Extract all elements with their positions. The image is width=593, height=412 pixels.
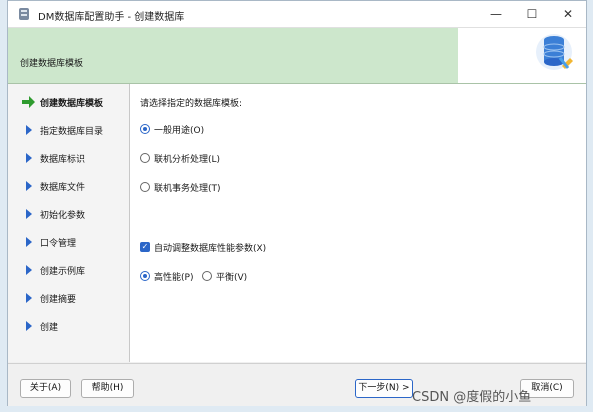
maximize-button[interactable]: ☐ <box>514 1 550 27</box>
radio-indicator[interactable] <box>140 124 150 134</box>
header-logo-area <box>458 28 586 83</box>
step-arrow-icon <box>26 293 32 303</box>
sidebar-item-label: 创建 <box>40 323 59 333</box>
sidebar-item-label: 创建摘要 <box>40 295 77 305</box>
sidebar-item-sample-db[interactable]: 创建示例库 <box>8 260 129 280</box>
sidebar-item-label: 数据库标识 <box>40 155 86 165</box>
radio-indicator[interactable] <box>140 271 150 281</box>
sidebar-item-init-params[interactable]: 初始化参数 <box>8 204 129 224</box>
dm-config-window: DM数据库配置助手 - 创建数据库 — ☐ ✕ 创建数据库模板 创建数据库模板 <box>7 0 587 406</box>
window-title: DM数据库配置助手 - 创建数据库 <box>38 12 185 23</box>
sidebar-item-label: 口令管理 <box>40 239 77 249</box>
sidebar-item-label: 创建数据库模板 <box>40 99 104 109</box>
database-app-icon <box>19 8 29 20</box>
step-sidebar: 创建数据库模板 指定数据库目录 数据库标识 数据库文件 初始化参数 口令管理 创… <box>8 84 130 362</box>
radio-indicator[interactable] <box>202 271 212 281</box>
page-title: 创建数据库模板 <box>20 59 84 69</box>
step-arrow-icon <box>26 181 32 191</box>
sidebar-item-label: 创建示例库 <box>40 267 86 277</box>
sidebar-item-label: 数据库文件 <box>40 183 86 193</box>
step-arrow-icon <box>26 321 32 331</box>
step-arrow-icon <box>26 125 32 135</box>
radio-indicator[interactable] <box>140 182 150 192</box>
radio-label: 联机分析处理(L) <box>154 155 221 165</box>
sidebar-item-db-directory[interactable]: 指定数据库目录 <box>8 120 129 140</box>
checkbox-label: 自动调整数据库性能参数(X) <box>154 244 267 254</box>
template-prompt: 请选择指定的数据库模板: <box>140 99 243 109</box>
sidebar-item-label: 指定数据库目录 <box>40 127 104 137</box>
radio-label: 高性能(P) <box>154 273 194 283</box>
sidebar-item-label: 初始化参数 <box>40 211 86 221</box>
current-step-arrow-icon <box>22 96 35 108</box>
checkbox-check-icon[interactable]: ✓ <box>140 242 150 252</box>
step-arrow-icon <box>26 237 32 247</box>
close-button[interactable]: ✕ <box>550 1 586 27</box>
help-button[interactable]: 帮助(H) <box>81 379 134 398</box>
sidebar-item-create[interactable]: 创建 <box>8 316 129 336</box>
database-wrench-icon <box>536 34 573 70</box>
about-button[interactable]: 关于(A) <box>20 379 71 398</box>
sidebar-item-create-template[interactable]: 创建数据库模板 <box>8 92 129 112</box>
sidebar-item-db-files[interactable]: 数据库文件 <box>8 176 129 196</box>
sidebar-item-summary[interactable]: 创建摘要 <box>8 288 129 308</box>
radio-indicator[interactable] <box>140 153 150 163</box>
template-panel: 请选择指定的数据库模板: 一般用途(O) 联机分析处理(L) 联机事务处理(T)… <box>130 84 586 362</box>
title-bar[interactable]: DM数据库配置助手 - 创建数据库 — ☐ ✕ <box>8 1 586 28</box>
csdn-watermark: CSDN @度假的小鱼 <box>412 390 532 405</box>
step-arrow-icon <box>26 265 32 275</box>
sidebar-item-password[interactable]: 口令管理 <box>8 232 129 252</box>
sidebar-item-db-identity[interactable]: 数据库标识 <box>8 148 129 168</box>
radio-label: 一般用途(O) <box>154 126 205 136</box>
step-arrow-icon <box>26 209 32 219</box>
radio-label: 平衡(V) <box>216 273 248 283</box>
next-button[interactable]: 下一步(N) > <box>355 379 413 398</box>
radio-label: 联机事务处理(T) <box>154 184 221 194</box>
minimize-button[interactable]: — <box>478 1 514 27</box>
step-arrow-icon <box>26 153 32 163</box>
page-header: 创建数据库模板 <box>8 28 586 84</box>
